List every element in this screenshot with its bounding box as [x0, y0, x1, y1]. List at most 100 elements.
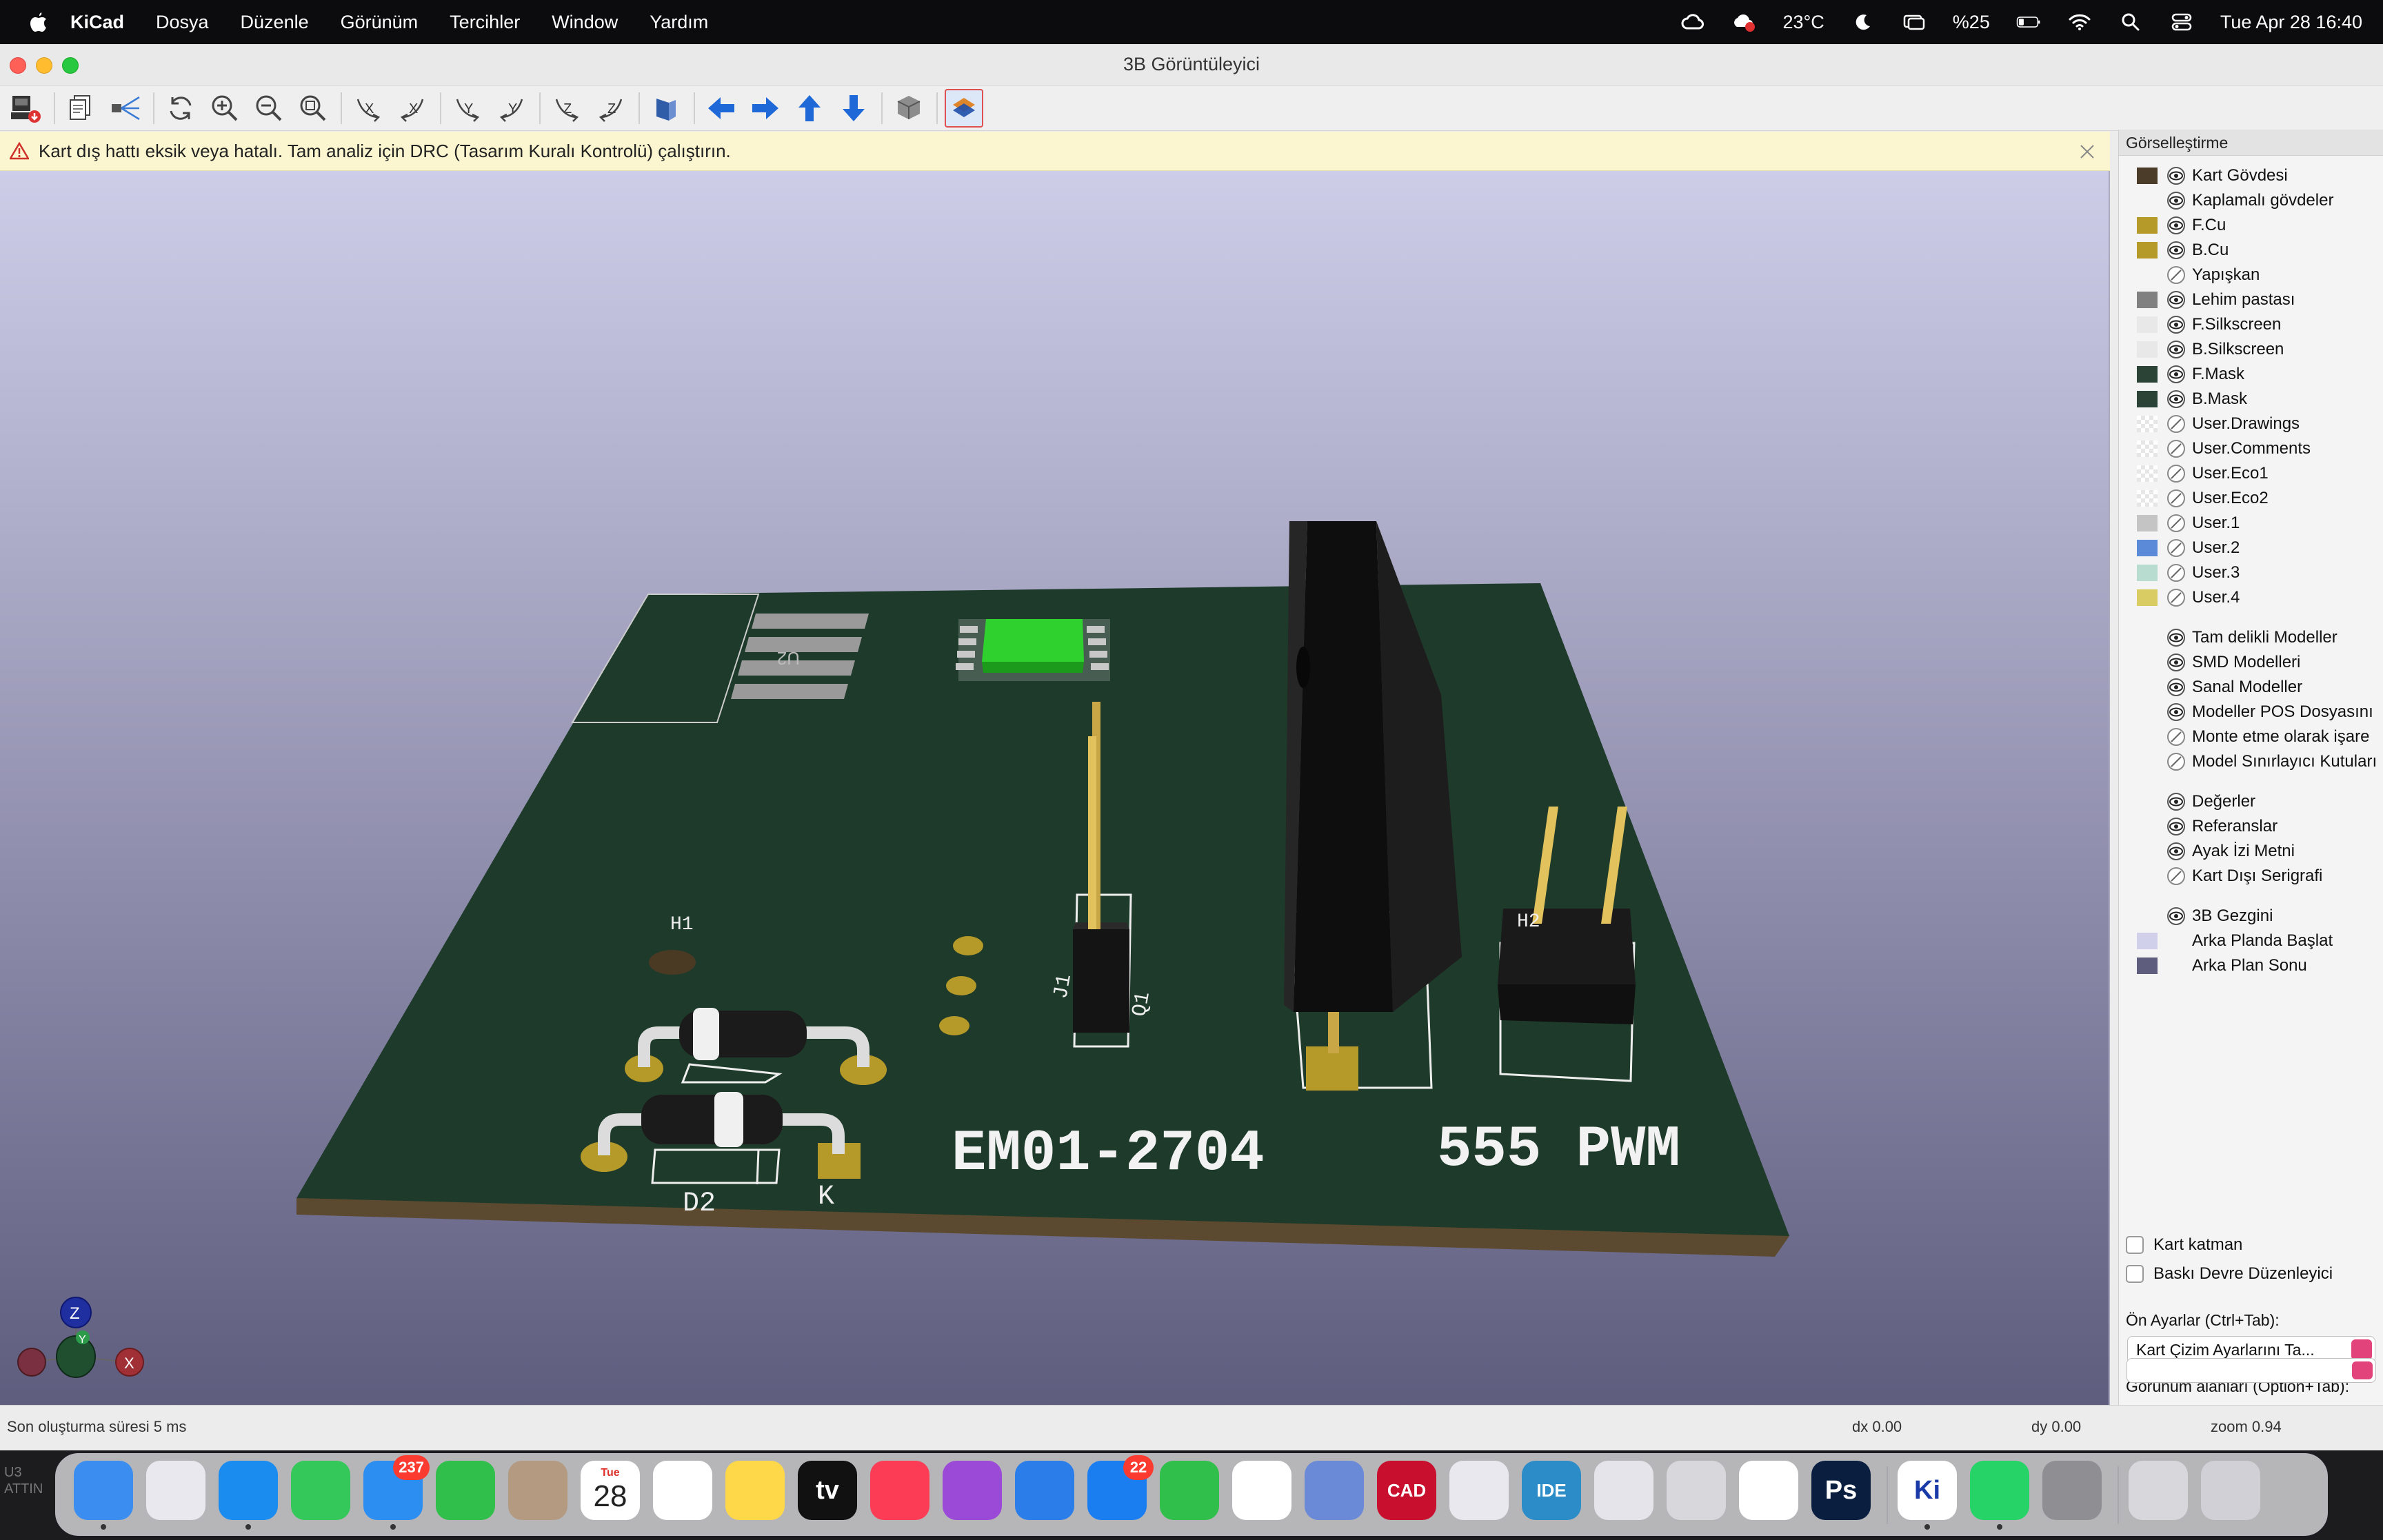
- mail-icon[interactable]: 237: [363, 1455, 430, 1520]
- weather-cloud-icon[interactable]: [1731, 12, 1756, 32]
- layer-row[interactable]: Kaplamalı gövdeler: [2119, 188, 2383, 212]
- safari-icon[interactable]: [219, 1461, 278, 1520]
- layer-color-swatch[interactable]: [2137, 933, 2158, 949]
- trash-icon[interactable]: [2201, 1461, 2260, 1520]
- layer-color-swatch[interactable]: [2137, 242, 2158, 259]
- spotlight-search-icon[interactable]: [2118, 12, 2143, 32]
- layer-row[interactable]: User.Drawings: [2119, 411, 2383, 436]
- layer-row[interactable]: Modeller POS Dosyasını: [2119, 699, 2383, 724]
- matlab-icon[interactable]: [1449, 1461, 1509, 1520]
- layer-color-swatch[interactable]: [2137, 391, 2158, 407]
- layer-row[interactable]: Kart Gövdesi: [2119, 163, 2383, 188]
- layer-row[interactable]: SMD Modelleri: [2119, 649, 2383, 674]
- zoom-out-icon[interactable]: [250, 89, 288, 128]
- eye-slash-icon[interactable]: [2166, 464, 2186, 483]
- eye-icon[interactable]: [2166, 842, 2186, 861]
- 3d-viewport[interactable]: U2 H1 D2 K J1 Q1 H2 EM01-2704 555 PWM Z …: [0, 171, 2110, 1405]
- music-icon[interactable]: [870, 1461, 929, 1520]
- layer-row[interactable]: User.2: [2119, 535, 2383, 560]
- layer-row[interactable]: Tam delikli Modeller: [2119, 625, 2383, 649]
- copy-icon[interactable]: [62, 89, 101, 128]
- layer-row[interactable]: Monte etme olarak işare: [2119, 724, 2383, 749]
- layer-color-swatch[interactable]: [2137, 341, 2158, 358]
- layer-row[interactable]: F.Cu: [2119, 212, 2383, 237]
- layer-color-swatch[interactable]: [2137, 366, 2158, 383]
- messages-icon[interactable]: [291, 1461, 350, 1520]
- layer-row[interactable]: Referanslar: [2119, 813, 2383, 838]
- layer-row[interactable]: User.4: [2119, 585, 2383, 609]
- eye-icon[interactable]: [2166, 340, 2186, 359]
- layer-color-swatch[interactable]: [2137, 440, 2158, 457]
- reminders-icon[interactable]: [653, 1461, 712, 1520]
- layer-color-swatch[interactable]: [2137, 292, 2158, 308]
- system-settings-icon[interactable]: [2042, 1461, 2102, 1520]
- layer-row[interactable]: User.Eco1: [2119, 460, 2383, 485]
- flip-board-icon[interactable]: [647, 89, 685, 128]
- eye-icon[interactable]: [2166, 389, 2186, 409]
- layer-color-swatch[interactable]: [2137, 958, 2158, 974]
- board-layer-checkbox[interactable]: [2126, 1236, 2144, 1254]
- eye-icon[interactable]: [2166, 166, 2186, 185]
- layer-row[interactable]: F.Silkscreen: [2119, 312, 2383, 336]
- chrome-icon[interactable]: [1232, 1461, 1291, 1520]
- whatsapp-icon[interactable]: [1970, 1461, 2029, 1520]
- eye-icon[interactable]: [2166, 290, 2186, 310]
- layer-row[interactable]: F.Mask: [2119, 361, 2383, 386]
- temperature-text[interactable]: 23°C: [1782, 12, 1824, 33]
- facetime-icon[interactable]: [436, 1461, 495, 1520]
- notes-icon[interactable]: [725, 1461, 785, 1520]
- eye-icon[interactable]: [2166, 653, 2186, 672]
- layer-row[interactable]: Ayak İzi Metni: [2119, 838, 2383, 863]
- layer-row[interactable]: User.Comments: [2119, 436, 2383, 460]
- eye-icon[interactable]: [2166, 315, 2186, 334]
- pcb-editor-checkbox[interactable]: [2126, 1265, 2144, 1283]
- eye-slash-icon[interactable]: [2166, 489, 2186, 508]
- clock-text[interactable]: Tue Apr 28 16:40: [2220, 12, 2362, 33]
- eye-icon[interactable]: [2166, 906, 2186, 926]
- layer-row[interactable]: User.Eco2: [2119, 485, 2383, 510]
- downloads-icon[interactable]: [2129, 1461, 2188, 1520]
- layer-color-swatch[interactable]: [2137, 540, 2158, 556]
- layer-row[interactable]: 3B Gezgini: [2119, 903, 2383, 928]
- eye-slash-icon[interactable]: [2166, 727, 2186, 747]
- contacts-icon[interactable]: [508, 1461, 567, 1520]
- eye-slash-icon[interactable]: [2166, 563, 2186, 582]
- simulator-icon[interactable]: [1305, 1461, 1364, 1520]
- layers-toggle-icon[interactable]: [945, 88, 983, 128]
- eye-slash-icon[interactable]: [2166, 538, 2186, 558]
- eye-slash-icon[interactable]: [2166, 867, 2186, 886]
- layer-row[interactable]: Arka Plan Sonu: [2119, 953, 2383, 977]
- reload-icon[interactable]: [161, 89, 200, 128]
- numbers-icon[interactable]: [1160, 1461, 1219, 1520]
- finder-icon[interactable]: [74, 1461, 133, 1520]
- creative-cloud-icon[interactable]: [1680, 12, 1705, 32]
- layer-color-swatch[interactable]: [2137, 316, 2158, 333]
- apple-menu-icon[interactable]: [26, 10, 50, 34]
- ic-u3-component[interactable]: [956, 619, 1110, 681]
- eye-icon[interactable]: [2166, 628, 2186, 647]
- close-warning-icon[interactable]: [2077, 141, 2098, 162]
- rotate-z-cw-icon[interactable]: Z: [547, 89, 586, 128]
- layer-color-swatch[interactable]: [2137, 168, 2158, 184]
- apple-tv-icon[interactable]: tv: [798, 1461, 857, 1520]
- visual-studio-icon[interactable]: [1594, 1461, 1653, 1520]
- eye-icon[interactable]: [2166, 216, 2186, 235]
- board-layer-checkbox-row[interactable]: Kart katman: [2126, 1235, 2242, 1255]
- rotate-x-cw-icon[interactable]: X: [349, 89, 388, 128]
- layer-row[interactable]: Arka Planda Başlat: [2119, 928, 2383, 953]
- eye-icon[interactable]: [2166, 678, 2186, 697]
- viewports-dropdown[interactable]: [2126, 1358, 2376, 1383]
- menu-preferences[interactable]: Tercihler: [450, 12, 520, 33]
- layer-row[interactable]: Sanal Modeller: [2119, 674, 2383, 699]
- eye-slash-icon[interactable]: [2166, 514, 2186, 533]
- calendar-icon[interactable]: Tue 28: [581, 1461, 640, 1520]
- layer-row[interactable]: User.1: [2119, 510, 2383, 535]
- layer-row[interactable]: Kart Dışı Serigrafi: [2119, 863, 2383, 888]
- move-left-icon[interactable]: [702, 89, 741, 128]
- layer-row[interactable]: B.Mask: [2119, 386, 2383, 411]
- rotate-z-ccw-icon[interactable]: Z: [592, 89, 630, 128]
- eye-slash-icon[interactable]: [2166, 414, 2186, 434]
- menu-window[interactable]: Window: [552, 12, 618, 33]
- layer-color-swatch[interactable]: [2137, 490, 2158, 507]
- autocad-icon[interactable]: CAD: [1377, 1461, 1436, 1520]
